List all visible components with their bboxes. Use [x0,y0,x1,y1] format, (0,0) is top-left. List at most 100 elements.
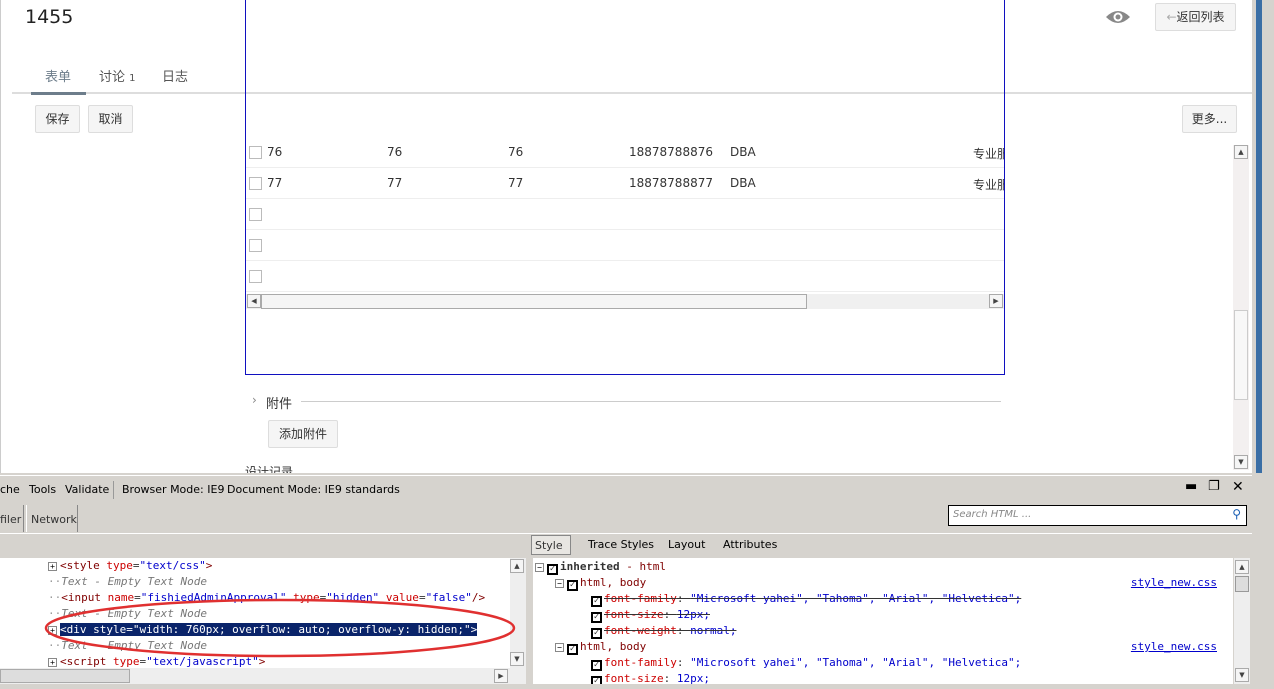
tab-log[interactable]: 日志 [162,66,188,85]
menu-tools[interactable]: Tools [29,483,56,496]
tab-form[interactable]: 表单 [45,66,71,85]
cancel-button[interactable]: 取消 [88,105,133,133]
red-annotation-ellipse [44,598,516,658]
table-cell-c2: 77 [387,176,403,190]
scroll-down-icon[interactable]: ▼ [1234,455,1248,469]
style-rule: − ✓ html, body style_new.css [555,575,1233,591]
row-checkbox[interactable] [249,208,262,221]
style-property: ✓ font-size: 12px; [591,671,1233,684]
checkbox-icon[interactable]: ✓ [567,644,578,655]
divider [0,533,1252,534]
tab-trace-styles[interactable]: Trace Styles [588,538,654,551]
style-vertical-scrollbar[interactable]: ▲ ▼ [1234,558,1250,684]
document-mode-menu[interactable]: Document Mode: IE9 standards [227,483,400,496]
stylesheet-link[interactable]: style_new.css [1131,639,1217,655]
menu-validate[interactable]: Validate [65,483,109,496]
style-property: ✓ font-size: 12px; [591,607,1233,623]
table-row [246,261,1004,292]
scroll-up-icon[interactable]: ▲ [1235,560,1249,574]
table-cell-role: DBA [730,145,756,159]
attachments-heading: 附件 [266,397,293,412]
expand-icon[interactable]: + [48,562,57,571]
style-property: ✓ font-weight: normal; [591,623,1233,639]
back-to-list-button[interactable]: ←返回列表 [1155,3,1236,31]
section-divider [301,401,1001,402]
search-icon[interactable]: ⚲ [1232,507,1241,521]
table-cell-c1: 77 [267,176,283,190]
table-cell-phone: 18878788877 [629,176,713,190]
more-button[interactable]: 更多... [1182,105,1237,133]
developer-tools-panel: che Tools Validate Browser Mode: IE9 Doc… [0,475,1252,689]
table-row: 77 77 77 18878788877 DBA 专业服 [246,168,1004,199]
table-cell-c3: 77 [508,176,524,190]
scroll-right-icon[interactable]: ▶ [989,294,1003,308]
table-horizontal-scrollbar[interactable]: ◀ ▶ [246,294,1004,309]
discussion-count: 1 [129,73,136,84]
checkbox-icon[interactable]: ✓ [591,596,602,607]
collapse-icon[interactable]: − [555,643,564,652]
table-row [246,230,1004,261]
menu-separator [113,481,114,499]
style-property: ✓ font-family: "Microsoft yahei", "Tahoma… [591,591,1233,607]
menu-cache[interactable]: che [0,483,20,496]
table-cell-role: DBA [730,176,756,190]
tab-style[interactable]: Style [531,535,571,555]
tab-profiler[interactable]: filer [0,505,24,532]
checkbox-icon[interactable]: ✓ [591,628,602,639]
scroll-up-icon[interactable]: ▲ [510,559,524,573]
scroll-down-icon[interactable]: ▼ [1235,668,1249,682]
add-attachment-button[interactable]: 添加附件 [268,420,338,448]
browser-mode-menu[interactable]: Browser Mode: IE9 [122,483,224,496]
table-cell-dept: 专业服 [973,147,1004,161]
row-checkbox[interactable] [249,239,262,252]
row-checkbox[interactable] [249,146,262,159]
stylesheet-link[interactable]: style_new.css [1131,575,1217,591]
html-tree-node[interactable]: + <style type="text/css"> [48,558,212,574]
tab-discussion[interactable]: 讨论 1 [99,66,136,85]
scroll-right-icon[interactable]: ▶ [494,669,508,683]
scrollbar-thumb[interactable] [1235,576,1249,592]
checkbox-icon[interactable]: ✓ [567,580,578,591]
tab-network[interactable]: Network [26,505,78,532]
collapse-icon[interactable]: − [555,579,564,588]
arrow-left-icon: ← [1166,10,1177,24]
collapse-icon[interactable]: − [535,563,544,572]
checkbox-icon[interactable]: ✓ [547,564,558,575]
scrollbar-thumb[interactable] [0,669,130,683]
page-content: 1455 ←返回列表 表单 讨论 1 日志 保存 取消 更多... 76 76 76… [0,0,1252,473]
scrollbar-thumb[interactable] [261,294,807,309]
search-html-input[interactable]: Search HTML ... ⚲ [948,505,1247,526]
html-tree-node[interactable]: ··Text - Empty Text Node [48,574,207,590]
table-row: 76 76 76 18878788876 DBA 专业服 [246,137,1004,168]
save-button[interactable]: 保存 [35,105,80,133]
checkbox-icon[interactable]: ✓ [591,660,602,671]
table-row [246,199,1004,230]
page-vertical-scrollbar[interactable]: ▲ ▼ [1233,145,1249,470]
style-pane: − ✓ inherited - html − ✓ html, body style_new.… [533,558,1233,684]
tab-attributes[interactable]: Attributes [723,538,777,551]
row-checkbox[interactable] [249,177,262,190]
scroll-left-icon[interactable]: ◀ [247,294,261,308]
eye-icon[interactable] [1105,9,1131,25]
checkbox-icon[interactable]: ✓ [591,676,602,684]
table-cell-c1: 76 [267,145,283,159]
inherited-group: − ✓ inherited - html [535,559,1233,575]
style-property: ✓ font-family: "Microsoft yahei", "Tahoma… [591,655,1233,671]
restore-icon[interactable]: ❐ [1208,479,1220,494]
table-cell-c3: 76 [508,145,524,159]
scrollbar-thumb[interactable] [1234,310,1248,400]
page-title: 1455 [25,6,74,28]
scroll-up-icon[interactable]: ▲ [1234,145,1248,159]
row-checkbox[interactable] [249,270,262,283]
close-icon[interactable]: ✕ [1232,479,1244,495]
checkbox-icon[interactable]: ✓ [591,612,602,623]
minimize-icon[interactable]: ▬ [1185,479,1197,494]
active-tab-indicator [31,92,86,95]
table-cell-c2: 76 [387,145,403,159]
tab-layout[interactable]: Layout [668,538,705,551]
chevron-right-icon[interactable]: › [252,393,257,407]
window-border [1256,0,1262,473]
table-cell-dept: 专业服 [973,178,1004,192]
tree-horizontal-scrollbar[interactable]: ▶ [0,668,526,684]
style-rule: − ✓ html, body style_new.css [555,639,1233,655]
